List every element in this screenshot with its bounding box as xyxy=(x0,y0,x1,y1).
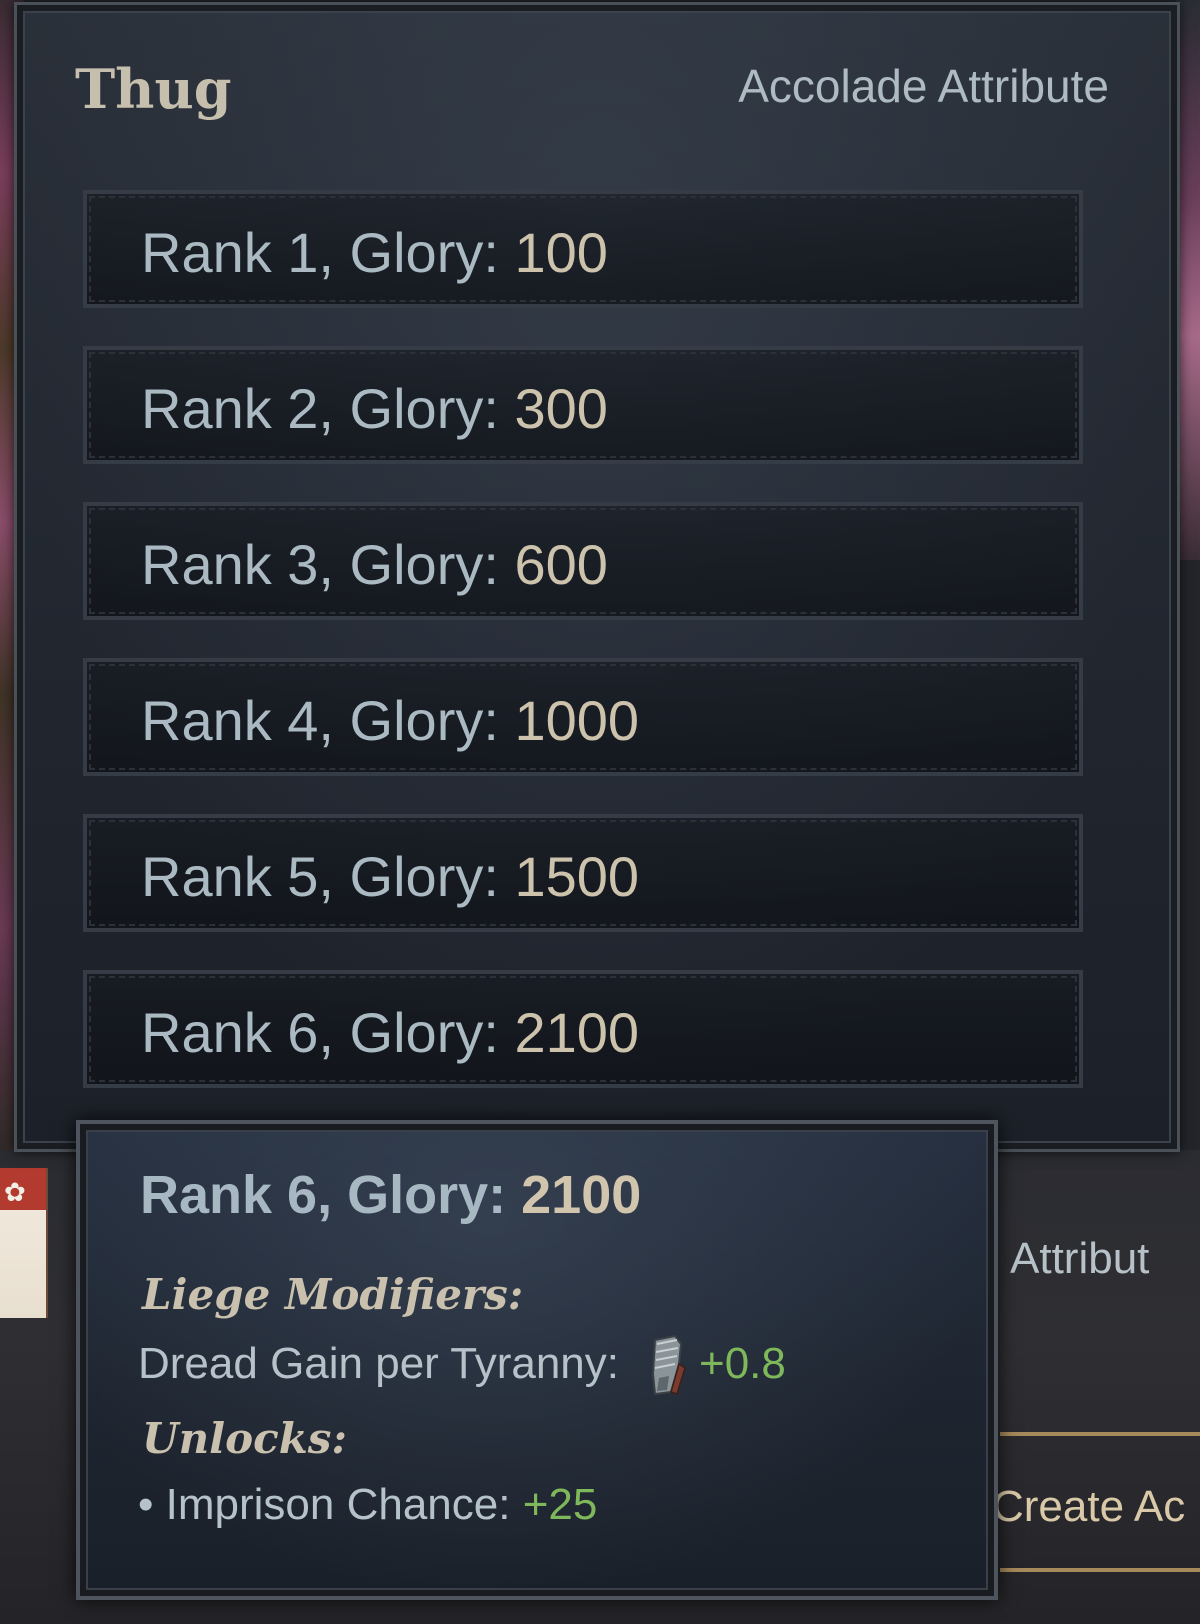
modifier-label: Dread Gain per Tyranny: xyxy=(138,1339,619,1388)
glory-value: 600 xyxy=(514,533,608,596)
tooltip-subtitle: Accolade Attribute xyxy=(738,60,1109,112)
rank-prefix: Rank 4, Glory: xyxy=(141,689,499,752)
rank-prefix: Rank 1, Glory: xyxy=(141,221,499,284)
rank-label: Rank 2, Glory: 300 xyxy=(141,376,608,441)
rank-label: Rank 5, Glory: 1500 xyxy=(141,844,639,909)
rank-detail-prefix: Rank 6, Glory: xyxy=(140,1165,507,1225)
rank-detail-tooltip: Rank 6, Glory: 2100 Liege Modifiers: Dre… xyxy=(76,1120,998,1600)
glory-value: 1500 xyxy=(514,845,640,908)
rank-row-4[interactable]: Rank 4, Glory: 1000 xyxy=(83,658,1083,776)
gauntlet-icon xyxy=(645,1334,689,1396)
rank-row-5[interactable]: Rank 5, Glory: 1500 xyxy=(83,814,1083,932)
banner-flower-icon: ✿ xyxy=(4,1178,26,1208)
glory-value: 1000 xyxy=(514,689,640,752)
rank-prefix: Rank 3, Glory: xyxy=(141,533,499,596)
create-accolade-button[interactable]: Create Ac xyxy=(992,1482,1185,1532)
rank-label: Rank 3, Glory: 600 xyxy=(141,532,608,597)
rank-detail-glory: 2100 xyxy=(521,1165,642,1225)
rank-detail-heading: Rank 6, Glory: 2100 xyxy=(140,1164,641,1226)
rank-list: Rank 1, Glory: 100 Rank 2, Glory: 300 Ra… xyxy=(83,190,1083,1126)
background-divider xyxy=(1000,1568,1200,1572)
liege-modifiers-label: Liege Modifiers: xyxy=(142,1270,524,1319)
modifier-value: +0.8 xyxy=(699,1339,786,1388)
rank-prefix: Rank 6, Glory: xyxy=(141,1001,499,1064)
rank-row-2[interactable]: Rank 2, Glory: 300 xyxy=(83,346,1083,464)
rank-row-3[interactable]: Rank 3, Glory: 600 xyxy=(83,502,1083,620)
background-divider xyxy=(1000,1432,1200,1436)
rank-prefix: Rank 5, Glory: xyxy=(141,845,499,908)
rank-row-6[interactable]: Rank 6, Glory: 2100 xyxy=(83,970,1083,1088)
background-attribute-label: Attribut xyxy=(1010,1234,1150,1283)
rank-label: Rank 1, Glory: 100 xyxy=(141,220,608,285)
tooltip-title: Thug xyxy=(75,57,232,121)
glory-value: 2100 xyxy=(514,1001,640,1064)
unlock-label: • Imprison Chance: xyxy=(138,1480,511,1529)
rank-prefix: Rank 2, Glory: xyxy=(141,377,499,440)
unlocks-label: Unlocks: xyxy=(142,1414,347,1463)
unlock-line: • Imprison Chance: +25 xyxy=(138,1480,597,1530)
glory-value: 100 xyxy=(514,221,608,284)
accolade-attribute-tooltip: Thug Accolade Attribute Rank 1, Glory: 1… xyxy=(14,2,1180,1152)
modifier-line: Dread Gain per Tyranny: +0.8 xyxy=(138,1334,786,1396)
rank-label: Rank 6, Glory: 2100 xyxy=(141,1000,639,1065)
unlock-value: +25 xyxy=(522,1480,598,1529)
rank-row-1[interactable]: Rank 1, Glory: 100 xyxy=(83,190,1083,308)
rank-label: Rank 4, Glory: 1000 xyxy=(141,688,639,753)
glory-value: 300 xyxy=(514,377,608,440)
